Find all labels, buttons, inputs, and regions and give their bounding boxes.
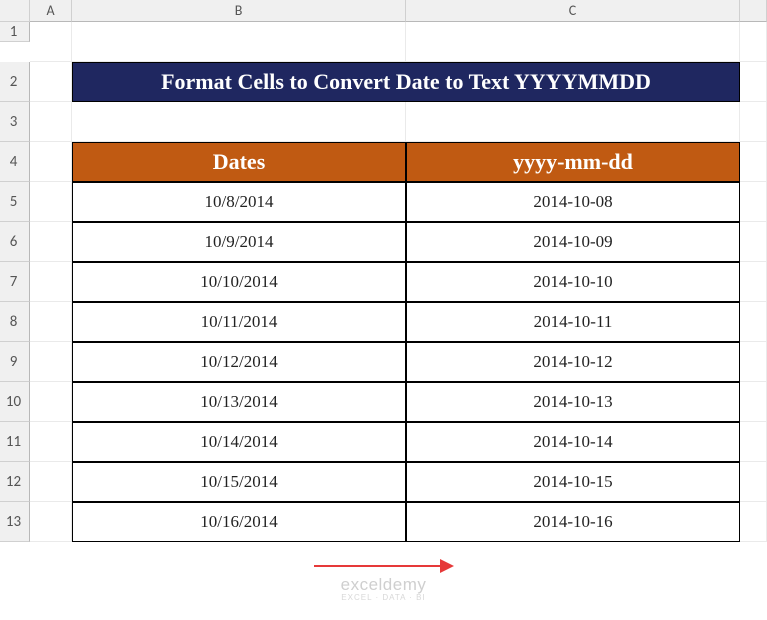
- row-header-13[interactable]: 13: [0, 502, 30, 542]
- cell-ext10[interactable]: [740, 382, 767, 422]
- table-row[interactable]: 2014-10-13: [406, 382, 740, 422]
- cell-ext12[interactable]: [740, 462, 767, 502]
- cell-A3[interactable]: [30, 102, 72, 142]
- row-header-5[interactable]: 5: [0, 182, 30, 222]
- watermark-text: exceldemy: [314, 575, 454, 595]
- row-header-8[interactable]: 8: [0, 302, 30, 342]
- cell-C1[interactable]: [406, 22, 740, 62]
- table-row[interactable]: 2014-10-15: [406, 462, 740, 502]
- row-header-3[interactable]: 3: [0, 102, 30, 142]
- table-row[interactable]: 2014-10-10: [406, 262, 740, 302]
- cell-A9[interactable]: [30, 342, 72, 382]
- cell-ext4[interactable]: [740, 142, 767, 182]
- table-header-yyyymmdd[interactable]: yyyy-mm-dd: [406, 142, 740, 182]
- col-header-B[interactable]: B: [72, 0, 406, 22]
- col-header-C[interactable]: C: [406, 0, 740, 22]
- cell-ext9[interactable]: [740, 342, 767, 382]
- cell-C3[interactable]: [406, 102, 740, 142]
- col-header-extra[interactable]: [740, 0, 767, 22]
- cell-A13[interactable]: [30, 502, 72, 542]
- table-header-dates[interactable]: Dates: [72, 142, 406, 182]
- table-row[interactable]: 10/13/2014: [72, 382, 406, 422]
- table-row[interactable]: 10/15/2014: [72, 462, 406, 502]
- table-row[interactable]: 10/16/2014: [72, 502, 406, 542]
- row-header-2[interactable]: 2: [0, 62, 30, 102]
- watermark-subtext: EXCEL · DATA · BI: [314, 593, 454, 602]
- table-row[interactable]: 10/12/2014: [72, 342, 406, 382]
- cell-B3[interactable]: [72, 102, 406, 142]
- table-row[interactable]: 2014-10-11: [406, 302, 740, 342]
- row-header-7[interactable]: 7: [0, 262, 30, 302]
- cell-ext7[interactable]: [740, 262, 767, 302]
- cell-B1[interactable]: [72, 22, 406, 62]
- table-row[interactable]: 2014-10-14: [406, 422, 740, 462]
- row-header-11[interactable]: 11: [0, 422, 30, 462]
- cell-ext11[interactable]: [740, 422, 767, 462]
- row-header-4[interactable]: 4: [0, 142, 30, 182]
- table-row[interactable]: 10/10/2014: [72, 262, 406, 302]
- table-row[interactable]: 2014-10-09: [406, 222, 740, 262]
- table-row[interactable]: 10/8/2014: [72, 182, 406, 222]
- table-row[interactable]: 2014-10-16: [406, 502, 740, 542]
- cell-ext3[interactable]: [740, 102, 767, 142]
- title-cell[interactable]: Format Cells to Convert Date to Text YYY…: [72, 62, 740, 102]
- row-header-10[interactable]: 10: [0, 382, 30, 422]
- table-row[interactable]: 2014-10-12: [406, 342, 740, 382]
- cell-A8[interactable]: [30, 302, 72, 342]
- row-header-6[interactable]: 6: [0, 222, 30, 262]
- select-all-corner[interactable]: [0, 0, 30, 22]
- cell-ext5[interactable]: [740, 182, 767, 222]
- cell-A10[interactable]: [30, 382, 72, 422]
- cell-A7[interactable]: [30, 262, 72, 302]
- cell-A6[interactable]: [30, 222, 72, 262]
- arrow-icon: [314, 559, 454, 573]
- col-header-A[interactable]: A: [30, 0, 72, 22]
- cell-A12[interactable]: [30, 462, 72, 502]
- table-row[interactable]: 2014-10-08: [406, 182, 740, 222]
- spreadsheet-grid: A B C 1 2 Format Cells to Convert Date t…: [0, 0, 767, 542]
- table-row[interactable]: 10/9/2014: [72, 222, 406, 262]
- row-header-9[interactable]: 9: [0, 342, 30, 382]
- row-header-12[interactable]: 12: [0, 462, 30, 502]
- cell-ext13[interactable]: [740, 502, 767, 542]
- cell-ext6[interactable]: [740, 222, 767, 262]
- cell-A11[interactable]: [30, 422, 72, 462]
- cell-ext2[interactable]: [740, 62, 767, 102]
- table-row[interactable]: 10/11/2014: [72, 302, 406, 342]
- cell-ext1[interactable]: [740, 22, 767, 62]
- cell-A4[interactable]: [30, 142, 72, 182]
- watermark: exceldemy EXCEL · DATA · BI: [314, 559, 454, 602]
- table-row[interactable]: 10/14/2014: [72, 422, 406, 462]
- cell-ext8[interactable]: [740, 302, 767, 342]
- cell-A5[interactable]: [30, 182, 72, 222]
- cell-A2[interactable]: [30, 62, 72, 102]
- cell-A1[interactable]: [30, 22, 72, 62]
- row-header-1[interactable]: 1: [0, 22, 30, 42]
